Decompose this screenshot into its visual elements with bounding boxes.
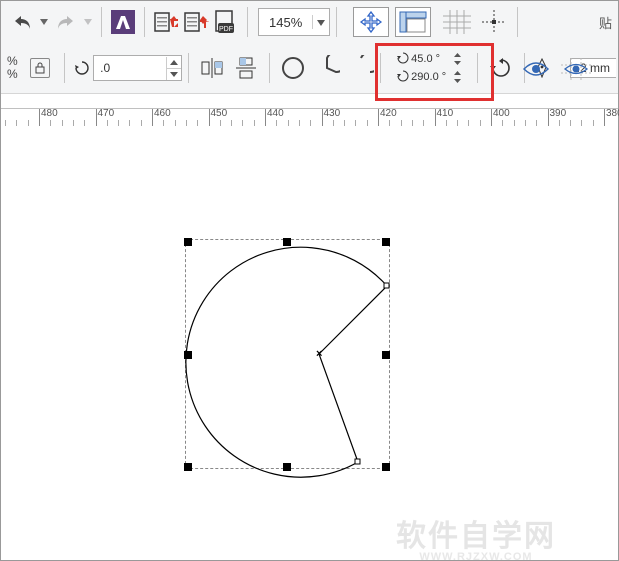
end-angle-spinner[interactable] [451, 69, 463, 85]
rulers-toggle-button[interactable] [395, 7, 431, 37]
ruler-label: 400 [493, 108, 510, 119]
lock-ratio-button[interactable] [30, 58, 50, 78]
selection-handle[interactable] [382, 238, 390, 246]
swap-angles-button[interactable] [484, 53, 518, 83]
end-angle-icon [397, 70, 411, 85]
svg-text:PDF: PDF [219, 26, 233, 33]
snap-crosshair-button[interactable] [477, 7, 511, 37]
pie-shape[interactable] [161, 214, 421, 504]
selection-handle[interactable] [184, 351, 192, 359]
start-angle-value[interactable]: 45.0 ° [411, 53, 451, 65]
rotation-spinner[interactable] [166, 57, 181, 80]
scale-percent-labels: % % [7, 55, 18, 81]
end-angle-value[interactable]: 290.0 ° [411, 71, 451, 83]
pie-mode-button[interactable] [310, 53, 344, 83]
ruler-label: 420 [380, 108, 397, 119]
ruler-label: 470 [98, 108, 115, 119]
selection-handle[interactable] [382, 351, 390, 359]
start-angle-spinner[interactable] [451, 51, 463, 67]
canvas-area[interactable]: × 软件自学网 WWW.RJZXW.COM [1, 126, 618, 560]
ruler-label: 450 [211, 108, 228, 119]
grid-toggle-button[interactable] [437, 7, 477, 37]
import-button[interactable] [151, 7, 181, 37]
ruler-label: 390 [550, 108, 567, 119]
view-eye-group [521, 49, 591, 89]
ruler-label: 460 [154, 108, 171, 119]
ruler-label: 440 [267, 108, 284, 119]
zoom-value: 145% [259, 15, 312, 30]
rotation-input[interactable]: .0 [93, 55, 182, 81]
selection-handle[interactable] [283, 463, 291, 471]
preview-eye-button[interactable] [521, 54, 551, 84]
start-angle-icon [397, 52, 411, 67]
zoom-dropdown-icon[interactable] [312, 15, 329, 29]
ruler-label: 380 [606, 108, 619, 119]
ruler-label: 410 [437, 108, 454, 119]
app-launcher-icon[interactable] [108, 7, 138, 37]
watermark: 软件自学网 WWW.RJZXW.COM [396, 511, 556, 561]
ellipse-mode-button[interactable] [276, 53, 310, 83]
undo-dropdown[interactable] [37, 7, 51, 37]
selection-handle[interactable] [184, 238, 192, 246]
flip-vertical-button[interactable] [229, 53, 263, 83]
selection-handle[interactable] [184, 463, 192, 471]
selection-handle[interactable] [283, 238, 291, 246]
ruler-label: 430 [324, 108, 341, 119]
redo-dropdown[interactable] [81, 7, 95, 37]
rotation-icon [71, 53, 93, 83]
paste-label: 贴 [599, 1, 612, 43]
preview-eye-grid-button[interactable] [561, 54, 591, 84]
selection-handle[interactable] [382, 463, 390, 471]
arc-mode-button[interactable] [344, 53, 378, 83]
export-pdf-button[interactable]: PDF [211, 7, 241, 37]
horizontal-ruler: 480 470 460 450 440 430 420 410 400 390 380 [1, 108, 618, 128]
zoom-combo[interactable]: 145% [258, 8, 330, 36]
export-button[interactable] [181, 7, 211, 37]
arc-angle-group: 45.0 ° 290.0 ° [391, 51, 469, 85]
pan-tool-button[interactable] [353, 7, 389, 37]
redo-button[interactable] [51, 7, 81, 37]
flip-horizontal-button[interactable] [195, 53, 229, 83]
undo-button[interactable] [7, 7, 37, 37]
selection-center-marker: × [316, 348, 322, 360]
main-toolbar: PDF 145% [1, 1, 618, 44]
ruler-label: 480 [41, 108, 58, 119]
